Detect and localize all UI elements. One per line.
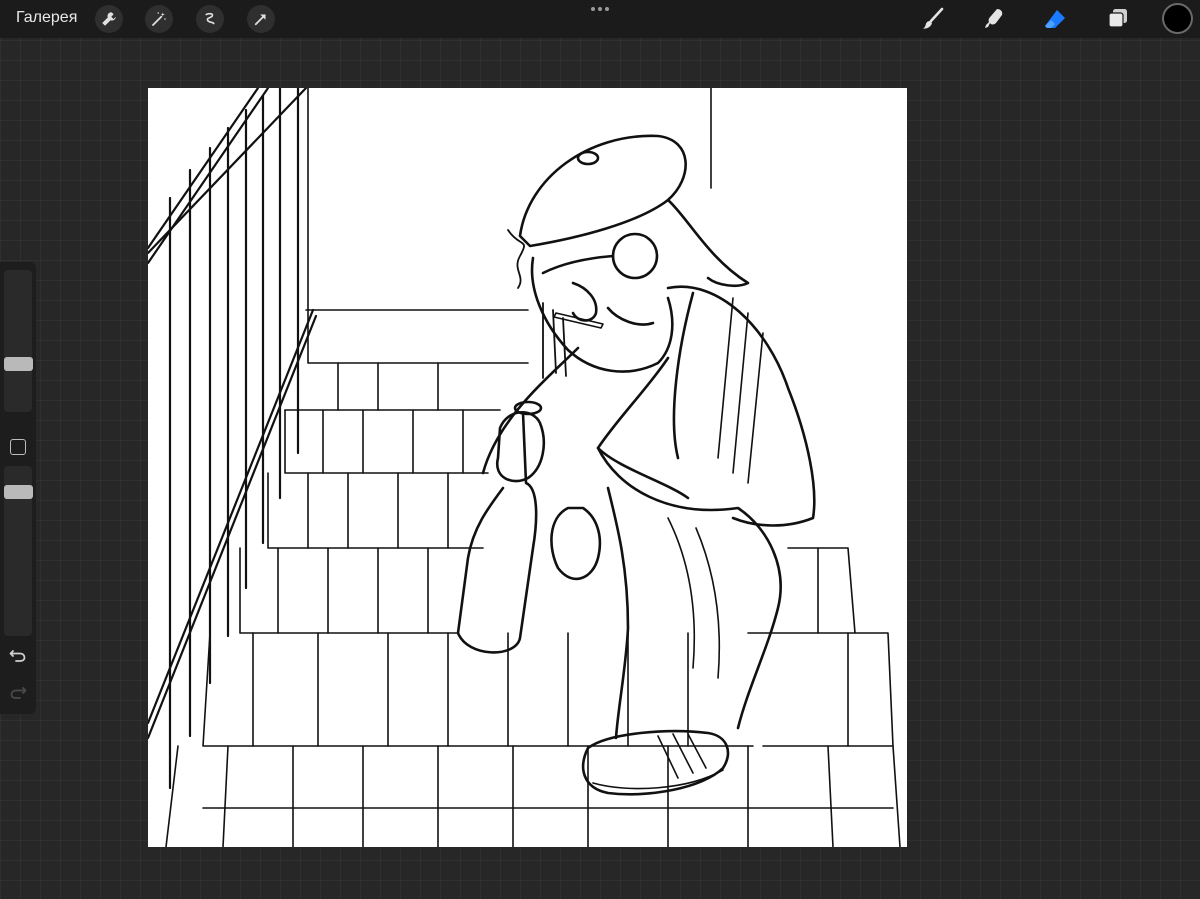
- smudge-icon: [985, 9, 1003, 28]
- sidebar: [0, 262, 36, 714]
- eraser-icon: [1045, 10, 1065, 28]
- brush-icon: [923, 7, 944, 29]
- top-toolbar: Галерея: [0, 0, 1200, 38]
- transform-tool-button[interactable]: [247, 5, 275, 33]
- smudge-tool-button[interactable]: [979, 4, 1009, 34]
- undo-icon[interactable]: [8, 645, 28, 665]
- seated-man-figure: [456, 134, 816, 796]
- brush-size-handle[interactable]: [4, 357, 33, 371]
- background-wall: [305, 88, 712, 311]
- color-picker-swatch[interactable]: [1164, 5, 1191, 32]
- modify-square-icon[interactable]: [10, 439, 26, 455]
- gallery-button[interactable]: Галерея: [16, 9, 77, 27]
- selection-icon: [205, 12, 215, 25]
- app-window: Галерея: [0, 0, 1200, 899]
- adjustments-magic-wand-icon[interactable]: [145, 5, 173, 33]
- wrench-icon: [102, 12, 116, 26]
- staircase-railing: [148, 88, 318, 790]
- more-options-icon[interactable]: [588, 2, 612, 14]
- layers-button[interactable]: [1102, 4, 1132, 34]
- drawing-canvas[interactable]: [148, 88, 907, 847]
- brush-tool-button[interactable]: [918, 4, 948, 34]
- opacity-handle[interactable]: [4, 485, 33, 499]
- layers-icon: [1108, 9, 1127, 28]
- transform-arrow-icon: [254, 14, 266, 26]
- line-art-illustration: [148, 88, 901, 847]
- eraser-tool-button[interactable]: [1040, 4, 1070, 34]
- brush-size-slider[interactable]: [4, 270, 32, 412]
- actions-wrench-icon[interactable]: [95, 5, 123, 33]
- redo-icon[interactable]: [8, 682, 28, 702]
- selection-tool-button[interactable]: [196, 5, 224, 33]
- magic-wand-icon: [152, 12, 166, 26]
